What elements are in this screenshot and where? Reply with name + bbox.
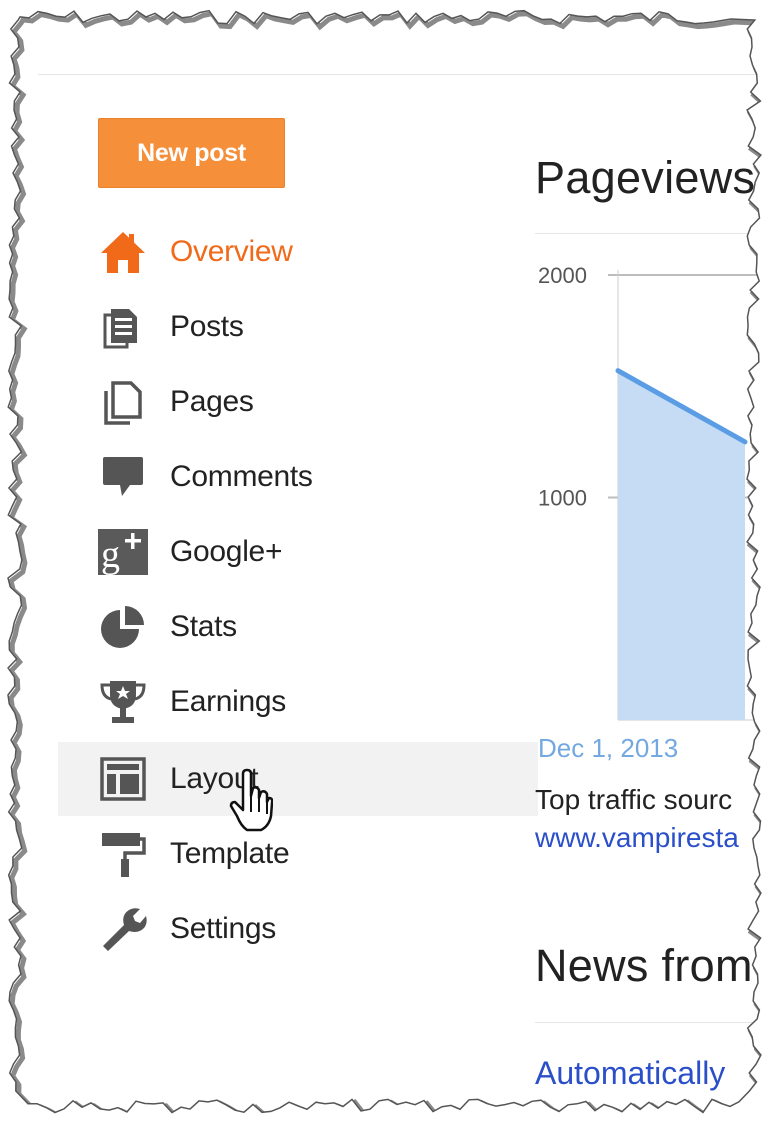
frame-shadow bbox=[7, 10, 768, 1119]
frame-edge bbox=[7, 9, 762, 1114]
page-paper: New post Overview Posts Pages Comments g… bbox=[0, 0, 769, 1121]
frame-outside bbox=[0, 0, 769, 1121]
torn-paper-frame bbox=[0, 0, 769, 1121]
